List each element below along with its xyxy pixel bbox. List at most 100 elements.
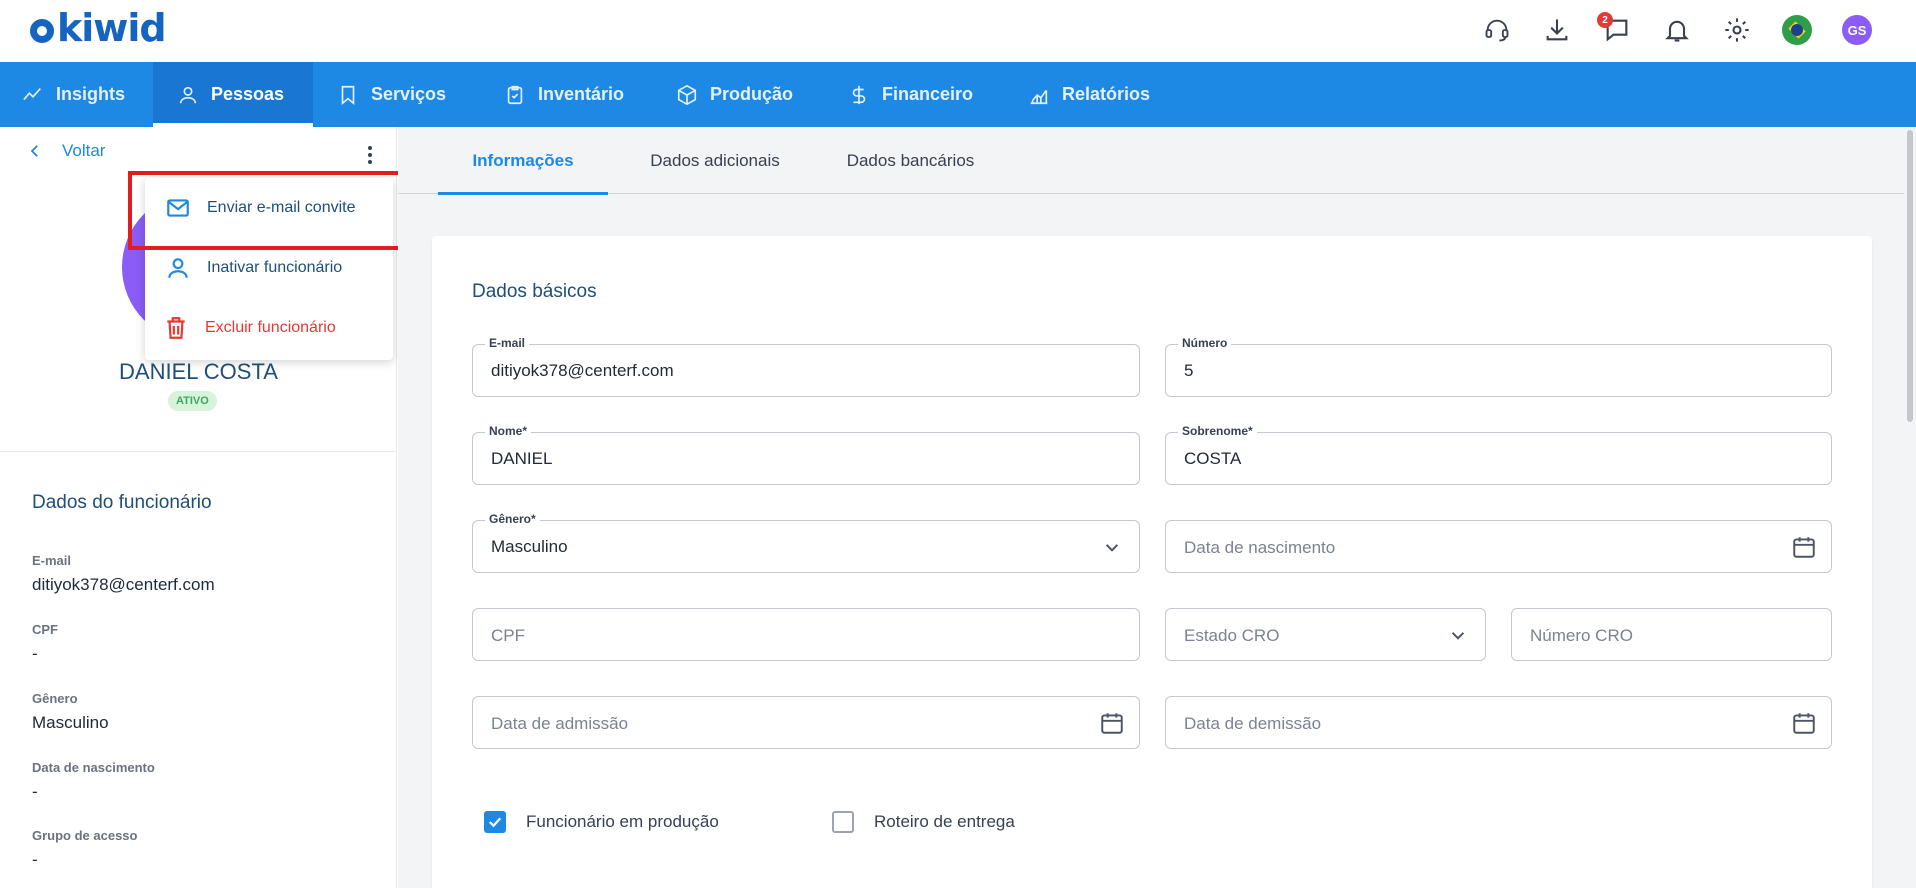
- data-nascimento-field[interactable]: Data de nascimento: [1165, 520, 1832, 573]
- email-value: ditiyok378@centerf.com: [491, 361, 674, 380]
- email-field[interactable]: E-mail ditiyok378@centerf.com: [472, 336, 1140, 397]
- clipboard-icon: [507, 85, 523, 104]
- nav-label: Relatórios: [1062, 84, 1151, 104]
- genero-label: Gênero*: [485, 512, 540, 526]
- nav-label: Pessoas: [211, 84, 285, 104]
- sobrenome-field[interactable]: Sobrenome* COSTA: [1165, 424, 1832, 485]
- checkbox-label: Funcionário em produção: [526, 812, 719, 831]
- checkbox-funcionario-producao[interactable]: Funcionário em produção: [484, 809, 719, 835]
- employee-name: DANIEL COSTA: [119, 359, 278, 384]
- estado-cro-placeholder: Estado CRO: [1184, 626, 1280, 645]
- field-value: -: [32, 644, 38, 663]
- tab-dados-adicionais[interactable]: Dados adicionais: [630, 127, 800, 194]
- gear-icon[interactable]: [1721, 14, 1753, 46]
- numero-cro-placeholder: Número CRO: [1530, 626, 1633, 645]
- chat-icon[interactable]: 2: [1597, 12, 1633, 46]
- highlight-box: [128, 171, 410, 250]
- person-icon: [179, 86, 197, 103]
- divider: [0, 451, 397, 452]
- nav-label: Serviços: [371, 84, 447, 104]
- menu-item-delete[interactable]: Excluir funcionário: [145, 298, 393, 358]
- calendar-icon[interactable]: [1099, 710, 1125, 736]
- bookmark-icon: [341, 85, 355, 105]
- nav-label: Inventário: [538, 84, 625, 104]
- status-badge: ATIVO: [168, 391, 217, 411]
- data-demissao-field[interactable]: Data de demissão: [1165, 696, 1832, 749]
- tab-dados-bancarios[interactable]: Dados bancários: [828, 127, 993, 194]
- support-headset-icon[interactable]: [1481, 14, 1513, 46]
- trash-icon: [167, 317, 185, 339]
- field-label: Grupo de acesso: [32, 828, 138, 843]
- numero-value: 5: [1184, 361, 1194, 380]
- calendar-icon[interactable]: [1791, 710, 1817, 736]
- nav-item-inventario[interactable]: Inventário: [479, 62, 651, 127]
- trend-icon: [23, 87, 41, 100]
- calendar-icon[interactable]: [1791, 534, 1817, 560]
- field-value: ditiyok378@centerf.com: [32, 575, 215, 594]
- top-bar: kiwid 2 GS: [0, 0, 1916, 62]
- nav-item-servicos[interactable]: Serviços: [313, 62, 479, 127]
- scrollbar[interactable]: [1904, 127, 1916, 888]
- data-admissao-field[interactable]: Data de admissão: [472, 696, 1140, 749]
- chart-icon: [1030, 89, 1048, 104]
- chat-badge: 2: [1597, 12, 1613, 28]
- estado-cro-select[interactable]: Estado CRO: [1165, 608, 1486, 661]
- field-value: Masculino: [32, 713, 109, 732]
- cpf-field[interactable]: CPF: [472, 608, 1140, 661]
- nav-label: Financeiro: [882, 84, 974, 104]
- logo-text: kiwid: [57, 6, 167, 50]
- tab-bar: Informações Dados adicionais Dados bancá…: [398, 127, 1904, 195]
- field-value: -: [32, 782, 38, 801]
- numero-cro-field[interactable]: Número CRO: [1511, 608, 1832, 661]
- genero-value: Masculino: [491, 537, 568, 556]
- card-title: Dados básicos: [472, 281, 597, 302]
- nav-item-relatorios[interactable]: Relatórios: [1003, 62, 1183, 127]
- box-icon: [677, 84, 697, 105]
- logo-mark-icon: [30, 18, 54, 43]
- nav-item-producao[interactable]: Produção: [651, 62, 823, 127]
- user-avatar[interactable]: GS: [1841, 14, 1873, 46]
- data-admissao-placeholder: Data de admissão: [491, 714, 629, 733]
- chevron-left-icon: [30, 145, 38, 157]
- main-content: Informações Dados adicionais Dados bancá…: [398, 127, 1916, 888]
- basic-data-card: Dados básicos E-mail ditiyok378@centerf.…: [432, 236, 1872, 888]
- tab-informacoes[interactable]: Informações: [438, 127, 608, 195]
- menu-label: Excluir funcionário: [205, 319, 336, 336]
- nav-item-insights[interactable]: Insights: [0, 62, 153, 127]
- nav-label: Produção: [710, 84, 794, 104]
- checkbox-roteiro-entrega[interactable]: Roteiro de entrega: [832, 809, 1015, 835]
- back-link[interactable]: Voltar: [26, 141, 105, 161]
- checkbox-unchecked-icon[interactable]: [832, 811, 854, 833]
- field-value: -: [32, 850, 38, 869]
- kiwid-logo[interactable]: kiwid: [30, 6, 167, 50]
- download-icon[interactable]: [1541, 14, 1573, 46]
- employee-data-title: Dados do funcionário: [32, 492, 212, 513]
- chevron-down-icon: [1445, 622, 1471, 648]
- nav-item-pessoas[interactable]: Pessoas: [153, 62, 313, 127]
- nav-label: Insights: [56, 84, 126, 104]
- field-label: E-mail: [32, 553, 72, 568]
- back-label: Voltar: [62, 141, 106, 160]
- scrollbar-thumb[interactable]: [1907, 130, 1913, 422]
- menu-label: Inativar funcionário: [207, 259, 343, 276]
- field-label: CPF: [32, 622, 58, 637]
- data-nascimento-placeholder: Data de nascimento: [1184, 538, 1336, 557]
- main-nav: Insights Pessoas Serviços Inventário Pro…: [0, 62, 1916, 127]
- cpf-placeholder: CPF: [491, 626, 525, 645]
- numero-field[interactable]: Número 5: [1165, 336, 1832, 397]
- person-icon: [168, 258, 188, 278]
- nome-field[interactable]: Nome* DANIEL: [472, 424, 1140, 485]
- user-initials: GS: [1842, 15, 1872, 45]
- chevron-down-icon: [1099, 534, 1125, 560]
- bell-icon[interactable]: [1661, 14, 1693, 46]
- numero-label: Número: [1178, 336, 1232, 350]
- sobrenome-label: Sobrenome*: [1178, 424, 1257, 438]
- sobrenome-value: COSTA: [1184, 449, 1242, 468]
- genero-select[interactable]: Gênero* Masculino: [472, 512, 1140, 573]
- dollar-icon: [852, 85, 866, 104]
- brazil-flag-icon[interactable]: [1781, 14, 1813, 46]
- nav-item-financeiro[interactable]: Financeiro: [823, 62, 1003, 127]
- more-options-icon[interactable]: [362, 144, 378, 166]
- checkbox-checked-icon[interactable]: [484, 811, 506, 833]
- nome-value: DANIEL: [491, 449, 553, 468]
